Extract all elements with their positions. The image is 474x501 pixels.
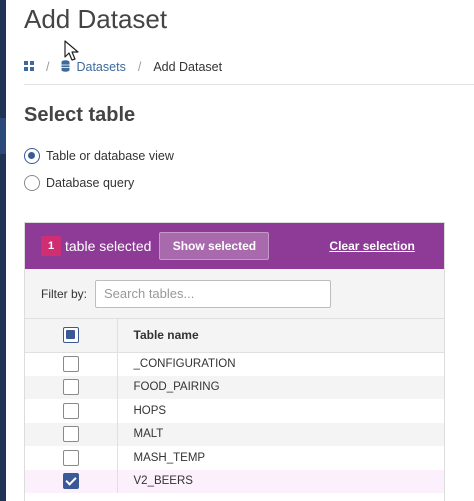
table-row[interactable]: FOOD_PAIRING <box>25 375 444 399</box>
row-checkbox-cell <box>25 469 118 493</box>
table-name-cell: V2_BEERS <box>117 469 444 493</box>
breadcrumb: / Datasets / Add Dataset <box>24 58 222 76</box>
table-row[interactable]: HOPS <box>25 399 444 423</box>
table-row-selected[interactable]: V2_BEERS <box>25 469 444 493</box>
table-row[interactable]: _CONFIGURATION <box>25 352 444 376</box>
radio-label: Database query <box>46 176 135 190</box>
row-checkbox[interactable] <box>62 402 79 419</box>
row-checkbox[interactable] <box>62 426 79 443</box>
filter-row: Filter by: <box>25 269 444 319</box>
table-name-cell: _CONFIGURATION <box>117 352 444 376</box>
table-name-cell: MASH_TEMP <box>117 446 444 470</box>
radio-button[interactable] <box>24 175 40 191</box>
left-nav-rail <box>0 0 6 501</box>
select-all-checkbox[interactable] <box>62 327 79 344</box>
table-name-header: Table name <box>117 319 444 353</box>
radio-database-query[interactable]: Database query <box>24 175 134 191</box>
radio-label: Table or database view <box>46 149 174 163</box>
radio-table-or-view[interactable]: Table or database view <box>24 148 174 164</box>
row-checkbox-cell <box>25 422 118 446</box>
show-selected-button[interactable]: Show selected <box>159 232 270 260</box>
row-checkbox-cell <box>25 446 118 470</box>
database-icon <box>61 59 70 75</box>
breadcrumb-separator: / <box>46 60 50 74</box>
selection-header: 1 table selected Show selected Clear sel… <box>25 223 444 269</box>
tables-list: Table name _CONFIGURATION FOOD_PAIRING H… <box>25 319 444 493</box>
table-name-cell: HOPS <box>117 399 444 423</box>
row-checkbox-cell <box>25 375 118 399</box>
selected-count-badge: 1 <box>41 236 61 256</box>
row-checkbox-checked[interactable] <box>62 473 79 490</box>
header-divider <box>24 84 474 85</box>
grid-icon[interactable] <box>24 60 34 74</box>
search-tables-input[interactable] <box>95 279 332 308</box>
selected-count-label: table selected <box>65 238 152 254</box>
breadcrumb-separator: / <box>137 60 142 74</box>
breadcrumb-datasets-link[interactable]: Datasets <box>76 60 125 74</box>
radio-button-selected[interactable] <box>24 148 40 164</box>
section-title: Select table <box>24 104 136 126</box>
breadcrumb-current: Add Dataset <box>153 60 223 74</box>
table-row[interactable]: MALT <box>25 422 444 446</box>
table-header-row: Table name <box>25 319 444 353</box>
row-checkbox-cell <box>25 399 118 423</box>
table-name-cell: MALT <box>117 422 444 446</box>
table-selection-panel: 1 table selected Show selected Clear sel… <box>24 222 445 501</box>
left-nav-active-marker <box>0 118 6 154</box>
table-name-cell: FOOD_PAIRING <box>117 375 444 399</box>
table-row[interactable]: MASH_TEMP <box>25 446 444 470</box>
row-checkbox[interactable] <box>62 356 79 372</box>
select-all-cell <box>25 319 118 353</box>
row-checkbox[interactable] <box>62 449 79 466</box>
filter-label: Filter by: <box>41 286 88 301</box>
clear-selection-link[interactable]: Clear selection <box>329 239 414 253</box>
page-title: Add Dataset <box>24 4 168 34</box>
row-checkbox-cell <box>25 352 118 376</box>
row-checkbox[interactable] <box>62 379 79 396</box>
